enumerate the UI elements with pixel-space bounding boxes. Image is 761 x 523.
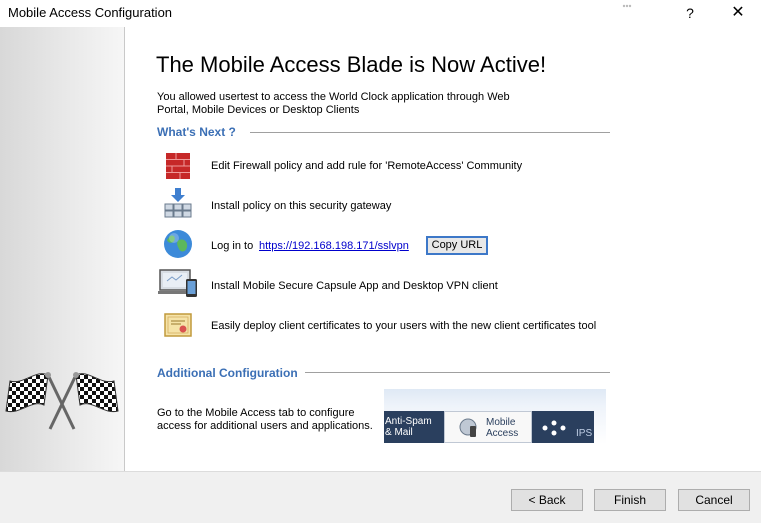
close-button[interactable]: ✕ <box>716 2 760 26</box>
firewall-icon <box>166 153 190 179</box>
intro-text: You allowed usertest to access the World… <box>157 91 510 116</box>
tab-preview-anti-spam-label: Anti-Spam & Mail <box>385 416 432 438</box>
whats-next-item-certificates: Easily deploy client certificates to you… <box>211 320 597 332</box>
whats-next-title: What's Next ? <box>157 125 236 139</box>
checkered-flags-icon <box>5 372 119 430</box>
tab-preview-ips-label: IPS <box>576 428 593 439</box>
ips-tab-icon <box>542 420 566 436</box>
cancel-button[interactable]: Cancel <box>678 489 750 511</box>
finish-button[interactable]: Finish <box>594 489 666 511</box>
window-title: Mobile Access Configuration <box>8 5 173 20</box>
decorative-dots-icon <box>622 4 632 8</box>
install-policy-icon <box>164 188 192 218</box>
title-bar: Mobile Access Configuration ? ✕ <box>0 0 761 27</box>
copy-url-button[interactable]: Copy URL <box>426 236 488 255</box>
whats-next-item-install-client: Install Mobile Secure Capsule App and De… <box>211 280 498 292</box>
left-side-panel <box>0 27 125 471</box>
section-divider <box>305 372 610 373</box>
page-title: The Mobile Access Blade is Now Active! <box>156 52 547 77</box>
back-button[interactable]: < Back <box>511 489 583 511</box>
whats-next-item-firewall: Edit Firewall policy and add rule for 'R… <box>211 160 523 172</box>
certificate-icon <box>164 313 192 337</box>
login-label: Log in to <box>211 240 254 252</box>
additional-config-title: Additional Configuration <box>157 366 298 380</box>
sslvpn-url-link[interactable]: https://192.168.198.171/sslvpn <box>259 240 409 252</box>
help-button[interactable]: ? <box>668 2 712 26</box>
mobile-access-tab-icon <box>459 418 477 437</box>
globe-icon <box>164 230 192 258</box>
section-divider <box>250 132 610 133</box>
devices-icon <box>158 269 197 297</box>
tab-preview-mobile-access-label: Mobile Access <box>486 417 519 439</box>
additional-config-description: Go to the Mobile Access tab to configure… <box>157 407 373 432</box>
whats-next-item-install-policy: Install policy on this security gateway <box>211 200 392 212</box>
